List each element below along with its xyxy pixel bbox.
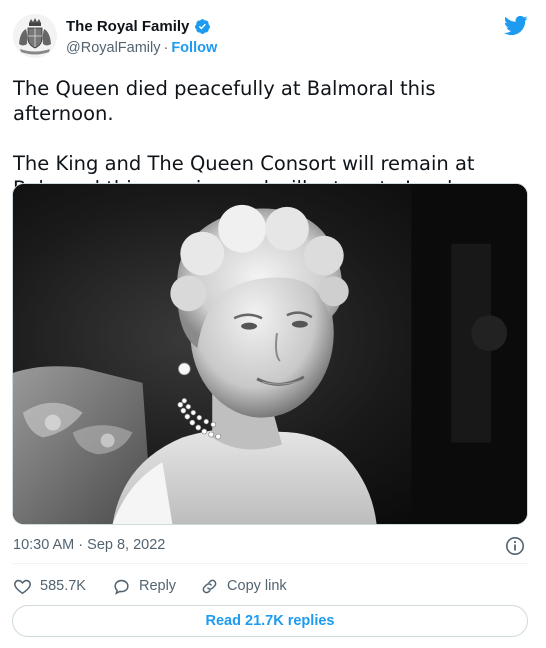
read-replies-button[interactable]: Read 21.7K replies — [12, 605, 528, 637]
tweet-timestamp[interactable]: 10:30 AM · Sep 8, 2022 — [13, 537, 165, 553]
tweet-actions: 585.7K Reply Copy link — [13, 575, 287, 597]
copy-link-label: Copy link — [227, 578, 287, 594]
speech-bubble-icon — [114, 579, 129, 595]
handle-separator: · — [163, 40, 169, 56]
avatar[interactable] — [13, 14, 57, 58]
tweet-card: The Royal Family @RoyalFamily · Follow The… — [0, 0, 546, 648]
author-handle[interactable]: @RoyalFamily — [66, 40, 160, 56]
author-handle-row: @RoyalFamily · Follow — [66, 40, 217, 56]
like-button[interactable]: 585.7K — [13, 577, 86, 596]
portrait-image — [13, 184, 527, 524]
verified-badge-icon — [195, 19, 211, 34]
tweet-photo[interactable] — [12, 183, 528, 525]
follow-button[interactable]: Follow — [171, 40, 217, 56]
tweet-paragraph: The Queen died peacefully at Balmoral th… — [13, 77, 436, 125]
author-name-row: The Royal Family — [66, 18, 211, 35]
info-circle-icon[interactable] — [505, 536, 525, 556]
divider — [13, 563, 528, 564]
royal-coat-of-arms-icon — [13, 14, 57, 58]
author-display-name[interactable]: The Royal Family — [66, 18, 189, 35]
like-count: 585.7K — [40, 578, 86, 594]
reply-label: Reply — [138, 578, 177, 594]
copy-link-button[interactable]: Copy link — [200, 577, 287, 596]
link-icon — [202, 579, 217, 593]
heart-icon — [14, 579, 31, 594]
reply-button[interactable]: Reply — [112, 577, 176, 596]
twitter-bird-icon[interactable] — [503, 15, 528, 36]
